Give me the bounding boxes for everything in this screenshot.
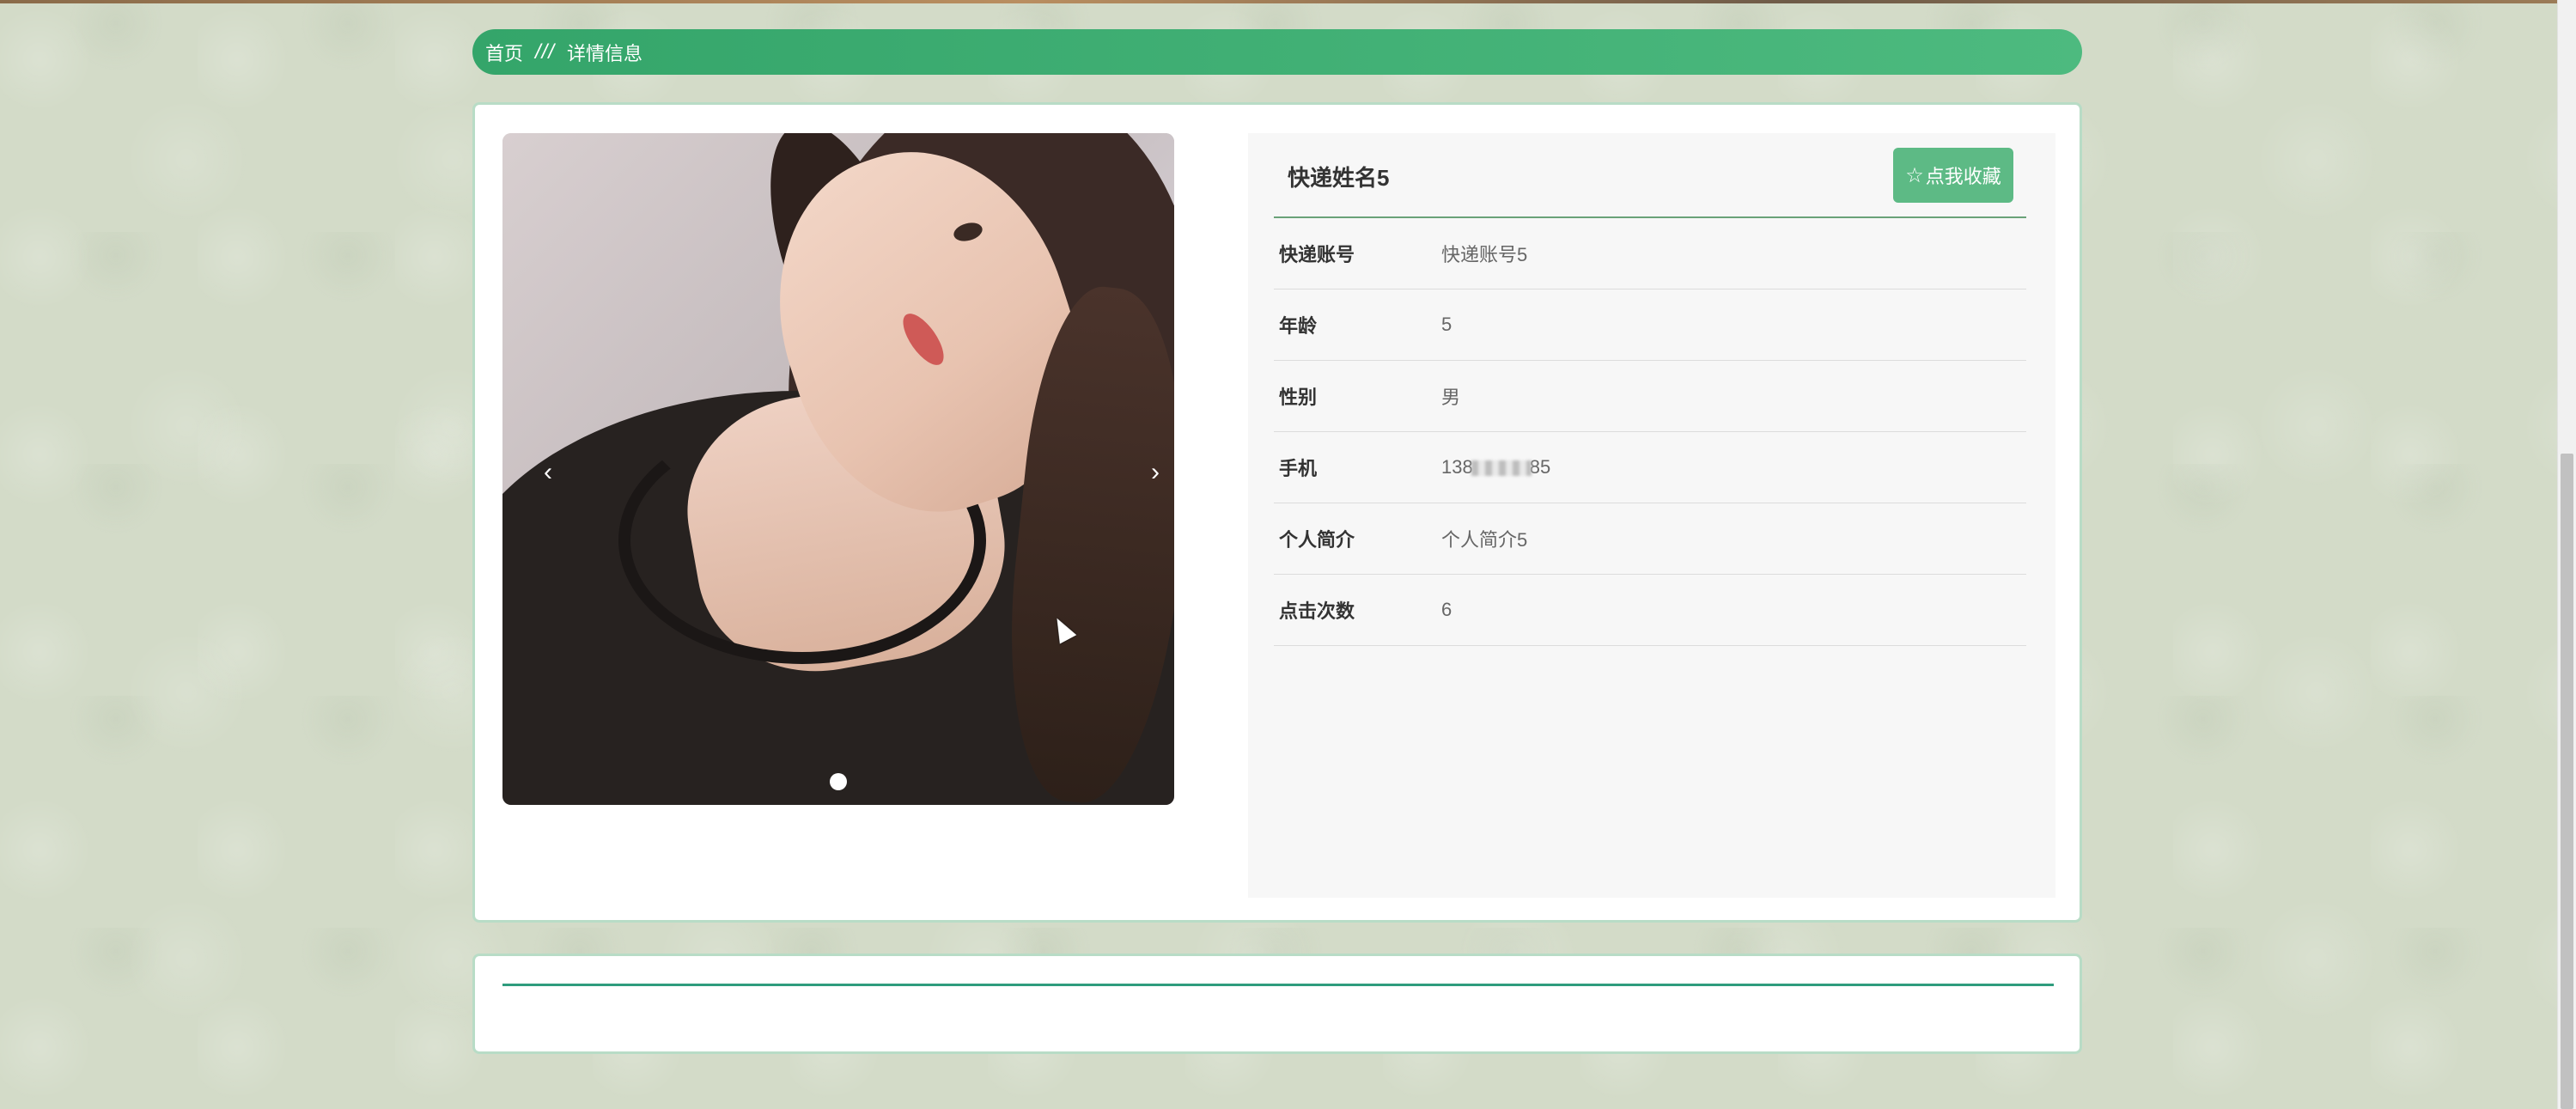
page-scrollbar[interactable] <box>2557 0 2576 1109</box>
scrollbar-thumb[interactable] <box>2561 454 2573 1109</box>
info-table: 快递账号 快递账号5 年龄 5 性别 男 手机 138 85 个人简介 个人简介5 <box>1274 218 2026 646</box>
breadcrumb-separator: /// <box>535 40 556 64</box>
phone-suffix: 85 <box>1529 456 1551 478</box>
lower-card <box>472 954 2082 1054</box>
info-row-phone: 手机 138 85 <box>1274 432 2026 503</box>
star-outline-icon: ☆ <box>1905 163 1924 187</box>
detail-title: 快递姓名5 <box>1288 165 1390 191</box>
info-value: 男 <box>1441 387 1461 408</box>
section-divider <box>502 984 2054 986</box>
phone-value: 138 85 <box>1441 456 1550 478</box>
carousel-indicator-dot[interactable] <box>830 773 847 790</box>
info-row-gender: 性别 男 <box>1274 361 2026 432</box>
info-value: 个人简介5 <box>1441 529 1528 551</box>
favorite-button-label: 点我收藏 <box>1925 166 2001 187</box>
image-carousel[interactable]: ‹ › <box>502 133 1174 805</box>
info-row-bio: 个人简介 个人简介5 <box>1274 503 2026 575</box>
carousel-next-icon[interactable]: › <box>1142 460 1168 485</box>
top-banner-edge <box>0 0 2558 3</box>
info-label: 点击次数 <box>1279 600 1355 622</box>
info-value: 快递账号5 <box>1441 244 1528 265</box>
carousel-prev-icon[interactable]: ‹ <box>535 460 561 485</box>
info-value: 6 <box>1441 599 1452 620</box>
phone-prefix: 138 <box>1441 456 1473 478</box>
info-label: 个人简介 <box>1279 529 1355 551</box>
info-label: 手机 <box>1279 458 1318 479</box>
breadcrumb-home-link[interactable]: 首页 <box>485 39 523 66</box>
info-row-clicks: 点击次数 6 <box>1274 575 2026 646</box>
info-label: 年龄 <box>1279 315 1318 337</box>
info-row-account: 快递账号 快递账号5 <box>1274 218 2026 289</box>
detail-card: ‹ › 快递姓名5 ☆ 点我收藏 快递账号 快递账号5 年龄 5 性别 男 手机… <box>472 102 2082 923</box>
info-value: 5 <box>1441 314 1452 335</box>
info-label: 快递账号 <box>1279 244 1355 265</box>
info-label: 性别 <box>1279 387 1318 408</box>
favorite-button[interactable]: ☆ 点我收藏 <box>1893 148 2013 203</box>
info-panel: 快递姓名5 ☆ 点我收藏 快递账号 快递账号5 年龄 5 性别 男 手机 138… <box>1248 133 2055 898</box>
breadcrumb: 首页 /// 详情信息 <box>472 29 2082 75</box>
info-row-age: 年龄 5 <box>1274 289 2026 361</box>
phone-redaction-mask <box>1471 460 1532 477</box>
info-header: 快递姓名5 ☆ 点我收藏 <box>1274 133 2026 218</box>
breadcrumb-current: 详情信息 <box>567 42 643 64</box>
